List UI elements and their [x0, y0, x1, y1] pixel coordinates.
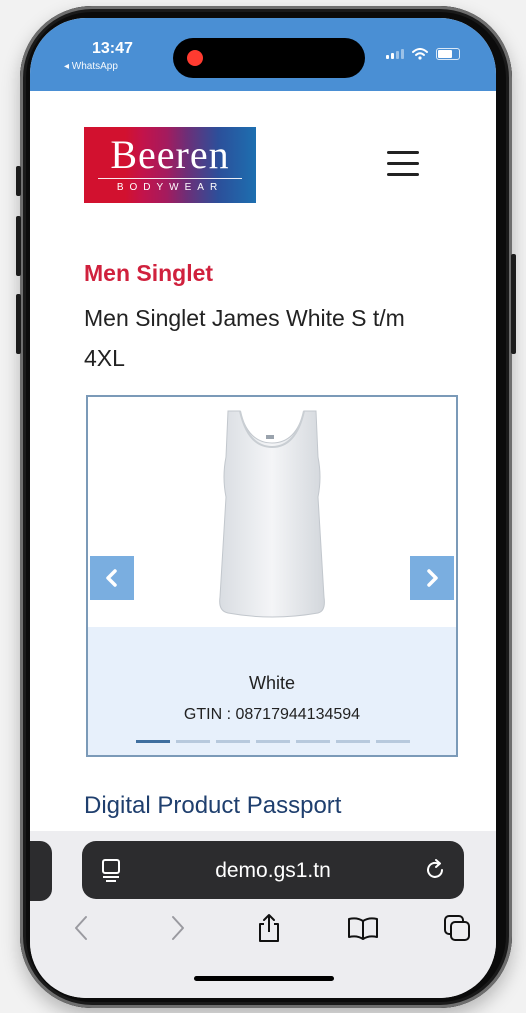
- back-to-app-link[interactable]: ◂ WhatsApp: [64, 61, 118, 72]
- carousel-indicators: [136, 740, 410, 743]
- power-button: [511, 254, 516, 354]
- carousel-indicator[interactable]: [376, 740, 410, 743]
- status-icons: [386, 48, 460, 60]
- tabs-icon[interactable]: [440, 911, 474, 945]
- carousel-next-button[interactable]: [410, 556, 454, 600]
- browser-toolbar: [30, 903, 496, 953]
- slide-caption: White GTIN : 08717944134594: [88, 627, 456, 755]
- slide-color-name: White: [248, 673, 295, 693]
- product-carousel: White GTIN : 08717944134594: [86, 395, 458, 757]
- page-content: Beeren BODYWEAR Men Singlet Men Singlet …: [30, 91, 496, 831]
- brand-logo[interactable]: Beeren BODYWEAR: [84, 127, 256, 203]
- status-bar: 13:47 ◂ WhatsApp: [30, 18, 496, 91]
- section-title-dpp: Digital Product Passport: [84, 792, 342, 819]
- silent-switch: [16, 166, 21, 196]
- status-time: 13:47: [92, 40, 133, 57]
- battery-icon: [436, 48, 460, 60]
- forward-icon[interactable]: [161, 911, 195, 945]
- wifi-icon: [412, 48, 428, 60]
- share-icon[interactable]: [252, 911, 286, 945]
- carousel-indicator[interactable]: [136, 740, 170, 743]
- carousel-indicator[interactable]: [216, 740, 250, 743]
- previous-tab-peek[interactable]: [30, 841, 52, 901]
- bookmarks-icon[interactable]: [346, 911, 380, 945]
- carousel-indicator[interactable]: [336, 740, 370, 743]
- dynamic-island: [173, 38, 365, 78]
- logo-divider: [98, 178, 242, 179]
- browser-bottom-bar: demo.gs1.tn: [30, 831, 496, 998]
- address-bar[interactable]: demo.gs1.tn: [82, 841, 464, 899]
- chevron-right-icon: [427, 569, 438, 587]
- slide-gtin: GTIN : 08717944134594: [183, 706, 361, 723]
- carousel-indicator[interactable]: [256, 740, 290, 743]
- recording-dot-icon: [187, 50, 203, 66]
- phone-screen: 13:47 ◂ WhatsApp Beeren BODYWEAR Men Sin…: [30, 18, 496, 998]
- volume-down-button: [16, 294, 21, 354]
- logo-subtitle: BODYWEAR: [116, 182, 224, 193]
- carousel-indicator[interactable]: [176, 740, 210, 743]
- volume-up-button: [16, 216, 21, 276]
- product-category: Men Singlet: [84, 260, 214, 286]
- url-text: demo.gs1.tn: [215, 859, 331, 882]
- cellular-signal-icon: [386, 49, 404, 59]
- home-indicator: [194, 976, 334, 981]
- menu-icon[interactable]: [387, 151, 419, 177]
- reload-icon[interactable]: [426, 859, 446, 886]
- logo-wordmark: Beeren: [110, 132, 230, 177]
- product-image: [88, 397, 456, 627]
- singlet-image: [219, 410, 325, 618]
- carousel-prev-button[interactable]: [90, 556, 134, 600]
- carousel-indicator[interactable]: [296, 740, 330, 743]
- back-icon[interactable]: [64, 911, 98, 945]
- product-name: Men Singlet James White S t/m 4XL: [84, 305, 405, 371]
- chevron-left-icon: [106, 569, 117, 587]
